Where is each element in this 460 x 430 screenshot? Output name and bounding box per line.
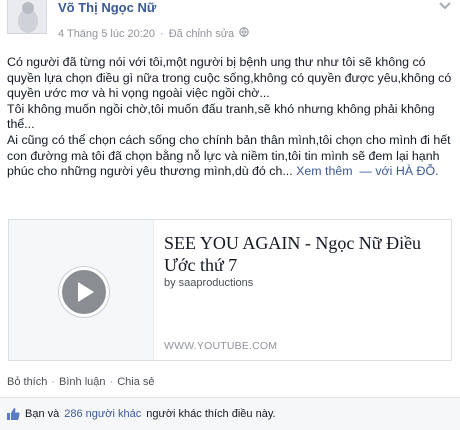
- author-name[interactable]: Võ Thị Ngọc Nữ: [58, 0, 156, 15]
- action-separator: ·: [51, 376, 56, 388]
- video-title[interactable]: SEE YOU AGAIN - Ngọc Nữ Điều Ước thứ 7: [164, 232, 444, 276]
- post-text: Có người đã từng nói với tôi,một người b…: [7, 55, 455, 180]
- with-prefix: — với: [359, 164, 393, 179]
- post-paragraph-2: Tôi không muốn ngồi chờ,tôi muốn đấu tra…: [7, 101, 435, 132]
- globe-icon[interactable]: [239, 27, 249, 40]
- likes-suffix: người khác thích điều này.: [146, 408, 276, 420]
- comment-button[interactable]: Bình luận: [59, 376, 105, 388]
- likes-summary: Bạn và 286 người khác người khác thích đ…: [6, 407, 276, 421]
- video-thumbnail[interactable]: [9, 220, 154, 360]
- share-button[interactable]: Chia sẻ: [117, 376, 154, 388]
- chevron-down-icon[interactable]: [438, 0, 452, 16]
- edited-label[interactable]: Đã chỉnh sửa: [169, 28, 234, 40]
- avatar[interactable]: [7, 0, 47, 34]
- shared-video-card[interactable]: SEE YOU AGAIN - Ngọc Nữ Điều Ước thứ 7 b…: [8, 219, 452, 361]
- tagged-place-link[interactable]: HÀ ĐỖ.: [396, 164, 439, 178]
- post-timestamp[interactable]: 4 Tháng 5 lúc 20:20: [58, 28, 155, 40]
- see-more-link[interactable]: Xem thêm: [296, 164, 352, 178]
- meta-separator: ·: [160, 27, 164, 40]
- avatar-photo: [8, 0, 46, 33]
- play-icon[interactable]: [59, 267, 109, 317]
- likes-count-link[interactable]: 286 người khác: [64, 408, 141, 420]
- video-domain: WWW.YOUTUBE.COM: [164, 340, 278, 352]
- post-actions: Bỏ thích · Bình luận · Chia sẻ: [7, 376, 154, 388]
- video-byline: by saaproductions: [164, 277, 254, 289]
- action-separator: ·: [109, 376, 114, 388]
- likes-you-and: Bạn và: [25, 408, 60, 420]
- thumbs-up-icon: [6, 407, 20, 421]
- likes-bar: Bạn và 286 người khác người khác thích đ…: [0, 397, 460, 430]
- post-meta: 4 Tháng 5 lúc 20:20 · Đã chỉnh sửa: [58, 27, 249, 40]
- post-paragraph-3: Ai cũng có thể chọn cách sống cho chính …: [7, 133, 455, 180]
- facebook-post: Võ Thị Ngọc Nữ 4 Tháng 5 lúc 20:20 · Đã …: [0, 0, 460, 430]
- unlike-button[interactable]: Bỏ thích: [7, 376, 47, 388]
- post-paragraph-1: Có người đã từng nói với tôi,một người b…: [7, 55, 452, 101]
